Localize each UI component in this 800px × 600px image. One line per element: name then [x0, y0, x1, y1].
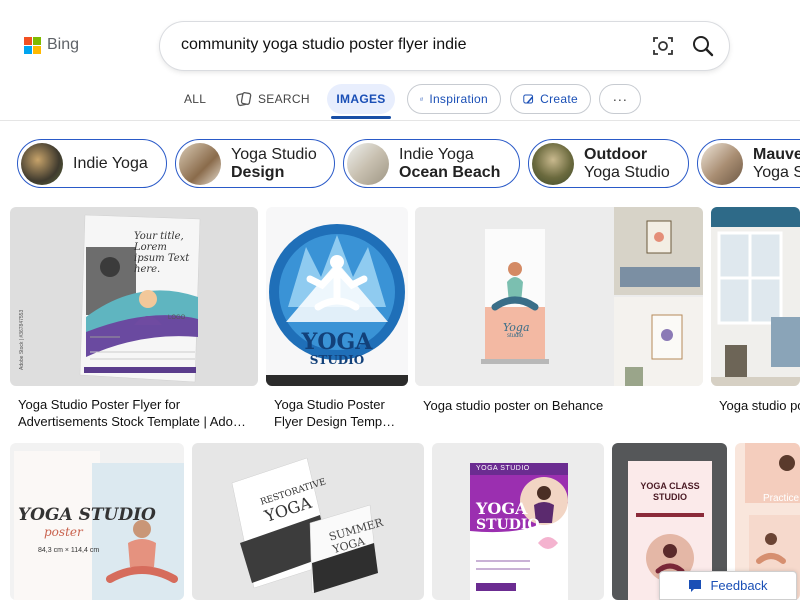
microsoft-logo-icon — [24, 36, 41, 54]
class-studio-word: STUDIO — [652, 492, 687, 502]
flyer-logo-text: LOGO — [168, 315, 186, 321]
visual-search-icon[interactable] — [652, 35, 674, 57]
studio-word: STUDIO — [309, 353, 365, 367]
banner-studio-text: studio — [507, 333, 524, 339]
poster-size: 84,3 cm × 114,4 cm — [38, 547, 100, 554]
tab-images-label: IMAGES — [336, 92, 386, 106]
room-poster-image — [711, 207, 800, 386]
rollup-banner-image — [415, 207, 703, 386]
search-box[interactable]: community yoga studio poster flyer indie — [160, 22, 729, 70]
chip-thumbnail — [179, 142, 221, 185]
chip-thumbnail — [21, 142, 63, 185]
class-poster-title: YOGA CLASS STUDIO — [628, 481, 712, 503]
chip-thumbnail — [347, 142, 389, 185]
purple-yoga-word: YOGA — [476, 499, 528, 518]
tab-inspiration[interactable]: Inspiration — [407, 84, 501, 114]
chip-label-bold: Ocean Beach — [399, 163, 501, 181]
header-divider — [0, 120, 800, 121]
restorative-yoga-cards-image — [231, 457, 378, 594]
chip-label: Yoga Studio — [231, 145, 317, 163]
purple-poster-header: Yoga Studio — [476, 465, 530, 472]
image-result-4[interactable] — [711, 207, 800, 386]
create-icon — [523, 94, 534, 104]
chip-label: Yoga S — [753, 163, 800, 181]
tab-create[interactable]: Create — [510, 84, 591, 114]
inspiration-icon — [420, 97, 423, 101]
purple-studio-word: STUDIO — [476, 517, 540, 533]
chip-thumbnail — [532, 142, 574, 185]
chip-label: Yoga Studio — [584, 163, 670, 181]
related-chip-indie-yoga[interactable]: Indie Yoga — [17, 139, 167, 188]
stock-watermark: Adobe Stock | #367847553 — [19, 309, 25, 370]
practice-text: Practice — [763, 493, 800, 504]
bing-logo[interactable]: Bing — [24, 36, 79, 54]
caption-line: Yoga Studio Poster Flyer for — [18, 397, 181, 412]
result-caption-2[interactable]: Yoga Studio Poster Flyer Design Temp… — [274, 396, 402, 430]
tab-create-label: Create — [540, 92, 578, 106]
chip-label: Indie Yoga — [399, 145, 474, 163]
poster-subtitle: poster — [44, 525, 83, 539]
result-caption-1[interactable]: Yoga Studio Poster Flyer for Advertiseme… — [18, 396, 250, 430]
copilot-search-icon — [236, 92, 252, 107]
caption-line: Yoga Studio Poster — [274, 397, 385, 412]
image-result-5[interactable]: YOGA STUDIO poster 84,3 cm × 114,4 cm — [10, 443, 184, 600]
feedback-icon — [689, 579, 702, 592]
caption-line: Yoga studio poster on Behance — [423, 398, 604, 413]
chip-label-bold: Design — [231, 163, 285, 181]
chip-label: Indie Yoga — [73, 154, 148, 172]
caption-line: Yoga studio po — [719, 398, 800, 413]
feedback-label: Feedback — [710, 578, 768, 593]
caption-line: Flyer Design Temp… — [274, 414, 396, 429]
chip-label-bold: Mauve — [753, 145, 800, 163]
yoga-word: YOGA — [301, 329, 373, 355]
related-chip-mauve-yoga-studio[interactable]: Mauve Yoga S — [697, 139, 800, 188]
image-result-6[interactable]: RESTORATIVE YOGA SUMMER YOGA — [192, 443, 424, 600]
class-yoga-word: YOGA CLASS — [640, 481, 700, 491]
related-chip-outdoor-yoga-studio[interactable]: Outdoor Yoga Studio — [528, 139, 689, 188]
bing-images-page: Bing community yoga studio poster flyer … — [0, 0, 800, 600]
more-options-button[interactable]: ··· — [599, 84, 641, 114]
tab-images[interactable]: IMAGES — [327, 84, 395, 119]
tab-all[interactable]: ALL — [184, 84, 206, 114]
search-input[interactable]: community yoga studio poster flyer indie — [181, 36, 466, 54]
image-result-3[interactable]: Yoga studio — [415, 207, 703, 386]
chip-label-bold: Outdoor — [584, 145, 648, 163]
flyer-title-text: Your title, Lorem ipsum Text here. — [134, 231, 190, 275]
related-chip-yoga-studio-design[interactable]: Yoga Studio Design — [175, 139, 335, 188]
brand-name: Bing — [47, 36, 80, 53]
tab-search[interactable]: SEARCH — [236, 84, 310, 114]
purple-poster-title: YOGA STUDIO — [476, 499, 540, 534]
poster-title: YOGA STUDIO — [18, 505, 156, 525]
image-result-1[interactable]: Your title, Lorem ipsum Text here. LOGO … — [10, 207, 258, 386]
image-result-7[interactable]: Yoga Studio YOGA STUDIO — [432, 443, 604, 600]
caption-line: Advertisements Stock Template | Ado… — [18, 414, 246, 429]
search-icon[interactable] — [691, 34, 715, 58]
result-caption-4[interactable]: Yoga studio po — [719, 397, 800, 414]
active-tab-indicator — [331, 116, 391, 119]
related-chip-indie-yoga-ocean-beach[interactable]: Indie Yoga Ocean Beach — [343, 139, 520, 188]
image-result-2[interactable]: YOGA STUDIO — [266, 207, 408, 386]
feedback-button[interactable]: Feedback — [659, 571, 797, 600]
result-caption-3[interactable]: Yoga studio poster on Behance — [423, 397, 698, 414]
chip-thumbnail — [701, 142, 743, 185]
tab-inspiration-label: Inspiration — [429, 92, 488, 106]
tab-search-label: SEARCH — [258, 92, 310, 106]
